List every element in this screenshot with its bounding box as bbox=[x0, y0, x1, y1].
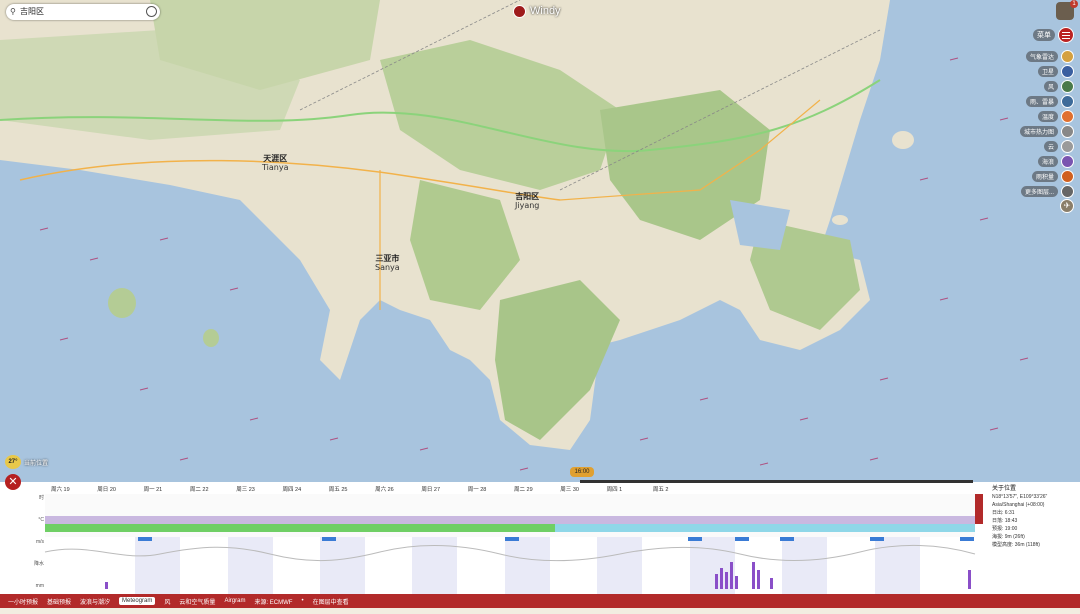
meteogram-day-label[interactable]: 周三 23 bbox=[236, 485, 255, 493]
layer-item[interactable]: 气象雷达 bbox=[1025, 50, 1074, 63]
search-value: 吉阳区 bbox=[20, 7, 44, 16]
app-name: Windy bbox=[530, 5, 561, 17]
layer-item[interactable]: 更多图层... bbox=[1020, 185, 1074, 198]
meteogram-row-label bbox=[22, 570, 44, 581]
layer-item[interactable]: 城市热力图 bbox=[1019, 125, 1074, 138]
meteogram-day-label[interactable]: 周五 2 bbox=[653, 485, 669, 493]
meteogram-row-label bbox=[22, 548, 44, 559]
layer-icon bbox=[1061, 185, 1074, 198]
meteogram-day-label[interactable]: 周二 29 bbox=[514, 485, 533, 493]
bottom-toolbar: 一小时预报 基础预报 波浪与潮汐 Meteogram 风云和空气质量 Airgram 来源:… bbox=[0, 594, 1080, 608]
hamburger-icon bbox=[1058, 27, 1074, 43]
bottom-toolbar-item[interactable]: • bbox=[301, 598, 303, 604]
meteogram-row-label bbox=[22, 526, 44, 537]
layer-label: 更多图层... bbox=[1020, 186, 1058, 197]
meteogram-chart bbox=[44, 494, 983, 594]
layer-label: 海浪 bbox=[1037, 156, 1058, 167]
temperature-note: 当前位置 bbox=[24, 461, 49, 467]
location-info-panel: 关于位置 N18°13'57", E109°33'26" Asia/Shangha… bbox=[992, 485, 1080, 549]
location-info-line: Asia/Shanghai (+08:00) bbox=[992, 502, 1045, 508]
bottom-toolbar-item[interactable]: 风 bbox=[164, 597, 170, 606]
bottom-toolbar-item[interactable]: 基础预报 bbox=[47, 597, 71, 606]
menu-label: 菜单 bbox=[1033, 29, 1055, 41]
bottom-toolbar-item[interactable]: 一小时预报 bbox=[8, 597, 38, 606]
close-meteogram-button[interactable]: ✕ bbox=[5, 474, 21, 490]
location-info-line: 日落: 18:43 bbox=[992, 518, 1018, 524]
layer-icon bbox=[1061, 65, 1074, 78]
windy-logo-icon bbox=[513, 4, 526, 18]
layer-item[interactable]: 风 bbox=[1043, 80, 1074, 93]
layer-icon bbox=[1061, 95, 1074, 108]
layer-item[interactable]: 雨积量 bbox=[1031, 170, 1074, 183]
meteogram-day-label[interactable]: 周六 19 bbox=[51, 485, 70, 493]
map-view[interactable]: 天涯区 Tianya 吉阳区 Jiyang 三亚市 Sanya bbox=[0, 0, 1080, 484]
layer-icon bbox=[1061, 80, 1074, 93]
map-label-tianya: 天涯区 Tianya bbox=[262, 154, 289, 172]
layer-label: 气象雷达 bbox=[1025, 51, 1058, 62]
layer-item[interactable]: 温度 bbox=[1037, 110, 1074, 123]
location-info-line: 海拔: 9m (26ft) bbox=[992, 534, 1025, 540]
notification-badge: 1 bbox=[1070, 0, 1078, 8]
layer-label: 云 bbox=[1043, 141, 1058, 152]
layer-item[interactable]: 海浪 bbox=[1037, 155, 1074, 168]
layer-item[interactable]: 云 bbox=[1043, 140, 1074, 153]
meteogram-day-header: 周六 19 周日 20 周一 21 周二 22 周三 23 周四 24 周五 25 周六 26… bbox=[45, 485, 975, 493]
bottom-toolbar-item[interactable]: Meteogram bbox=[119, 597, 156, 605]
layer-icon bbox=[1061, 125, 1074, 138]
meteogram-day-label[interactable]: 周一 28 bbox=[468, 485, 487, 493]
timeline-time-bubble[interactable]: 16:00 bbox=[570, 467, 594, 477]
timeline-scrollbar[interactable] bbox=[580, 480, 973, 483]
location-info-line: N18°13'57", E109°33'26" bbox=[992, 494, 1048, 500]
meteogram-day-label[interactable]: 周三 30 bbox=[560, 485, 579, 493]
meteogram-row-label: °C bbox=[38, 517, 44, 523]
location-info-title: 关于位置 bbox=[992, 486, 1017, 492]
map-label-sanya: 三亚市 Sanya bbox=[375, 254, 400, 272]
layer-icon bbox=[1061, 110, 1074, 123]
temperature-marker[interactable]: 27° bbox=[5, 455, 21, 469]
search-icon: ⚲ bbox=[10, 7, 16, 16]
meteogram-day-label[interactable]: 周五 25 bbox=[329, 485, 348, 493]
map-canvas bbox=[0, 0, 1080, 484]
locate-icon[interactable] bbox=[146, 6, 157, 17]
bottom-toolbar-item[interactable]: Airgram bbox=[224, 598, 245, 604]
location-info-line: 日出: 6:31 bbox=[992, 510, 1015, 516]
layer-icon bbox=[1061, 50, 1074, 63]
bottom-toolbar-item[interactable]: 在图层中查看 bbox=[313, 597, 349, 606]
airplane-icon[interactable]: ✈ bbox=[1060, 199, 1074, 213]
windy-logo[interactable]: Windy bbox=[513, 3, 561, 19]
layer-icon bbox=[1061, 140, 1074, 153]
meteogram-row-label: m/s bbox=[35, 539, 44, 545]
layer-label: 城市热力图 bbox=[1019, 126, 1058, 137]
meteogram-day-label[interactable]: 周日 20 bbox=[97, 485, 116, 493]
meteogram-day-label[interactable]: 周二 22 bbox=[190, 485, 209, 493]
layer-icon bbox=[1061, 170, 1074, 183]
layer-label: 温度 bbox=[1037, 111, 1058, 122]
layer-label: 卫星 bbox=[1037, 66, 1058, 77]
meteogram-row-label: mm bbox=[35, 583, 44, 589]
meteogram-day-label[interactable]: 周六 26 bbox=[375, 485, 394, 493]
layer-item[interactable]: 卫星 bbox=[1037, 65, 1074, 78]
search-input[interactable]: ⚲ 吉阳区 bbox=[6, 4, 160, 20]
map-label-jiyang: 吉阳区 Jiyang bbox=[515, 192, 540, 210]
meteogram-row-label: 时 bbox=[38, 495, 44, 501]
bottom-toolbar-item[interactable]: 波浪与潮汐 bbox=[80, 597, 110, 606]
meteogram-row-label bbox=[22, 504, 44, 515]
meteogram-row-label: 降水 bbox=[33, 561, 44, 567]
location-info-line: 预报: 19:00 bbox=[992, 526, 1018, 532]
meteogram-day-label[interactable]: 周日 27 bbox=[421, 485, 440, 493]
layer-item[interactable]: 雨、雷暴 bbox=[1025, 95, 1074, 108]
meteogram-day-label[interactable]: 周一 21 bbox=[144, 485, 163, 493]
layer-icon bbox=[1061, 155, 1074, 168]
location-info-line: 模型高度: 36m (118ft) bbox=[992, 542, 1040, 548]
layer-label: 风 bbox=[1043, 81, 1058, 92]
layer-label: 雨积量 bbox=[1031, 171, 1058, 182]
layer-label: 雨、雷暴 bbox=[1025, 96, 1058, 107]
meteogram-day-label[interactable]: 周四 1 bbox=[607, 485, 623, 493]
meteogram-panel bbox=[0, 482, 1080, 594]
meteogram-day-label[interactable]: 周四 24 bbox=[283, 485, 302, 493]
bottom-toolbar-item[interactable]: 云和空气质量 bbox=[179, 597, 215, 606]
bottom-toolbar-item[interactable]: 来源: ECMWF bbox=[254, 597, 292, 606]
menu-button[interactable]: 菜单 bbox=[1033, 27, 1074, 43]
